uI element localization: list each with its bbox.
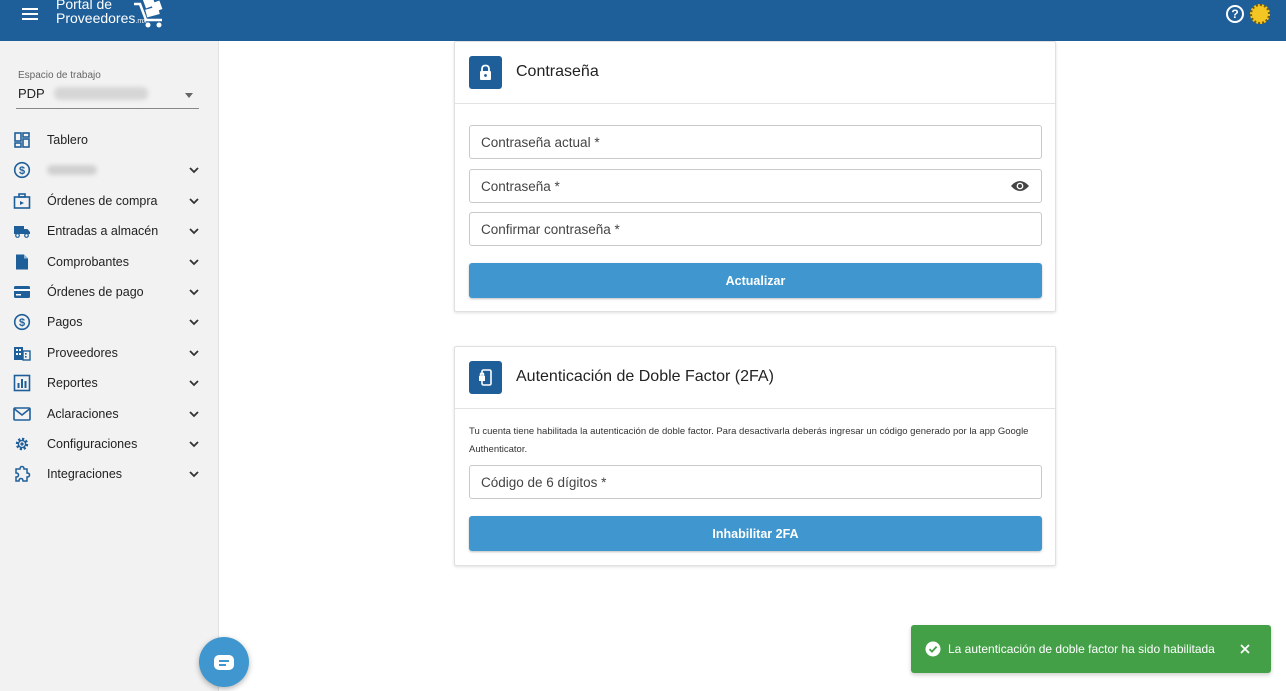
workspace-value: PDP — [18, 86, 45, 101]
mail-icon — [13, 406, 31, 421]
sidebar-item-label: Órdenes de pago — [47, 284, 144, 299]
sidebar-item-entradas-almacen[interactable]: Entradas a almacén — [0, 216, 219, 246]
chevron-down-icon — [189, 350, 199, 357]
sidebar-item-label: Entradas a almacén — [47, 224, 159, 239]
phone-lock-icon — [469, 361, 502, 394]
sidebar: Espacio de trabajo PDP Tablero $ Órdenes… — [0, 41, 219, 691]
sidebar-item-label: Pagos — [47, 315, 83, 330]
sidebar-item-integraciones[interactable]: Integraciones — [0, 459, 219, 489]
chat-icon — [214, 655, 234, 670]
eye-icon[interactable] — [1010, 179, 1030, 193]
update-password-button[interactable]: Actualizar — [469, 263, 1042, 298]
chevron-down-icon — [189, 258, 199, 265]
sidebar-item-configuraciones[interactable]: Configuraciones — [0, 429, 219, 459]
confirm-password-input[interactable] — [470, 213, 1041, 245]
password-card-title: Contraseña — [516, 63, 599, 80]
dollar-circle-icon: $ — [13, 162, 31, 179]
logo-wordmark: Proveedores — [56, 10, 136, 26]
svg-text:$: $ — [19, 165, 25, 177]
briefcase-icon — [13, 192, 31, 209]
lock-icon — [469, 56, 502, 89]
twofa-card-header: Autenticación de Doble Factor (2FA) — [455, 347, 1055, 409]
sidebar-item-proveedores[interactable]: Proveedores — [0, 338, 219, 368]
close-icon[interactable] — [1237, 641, 1253, 657]
bar-chart-icon — [13, 374, 31, 392]
dropdown-caret-icon — [185, 93, 193, 98]
chevron-down-icon — [189, 319, 199, 326]
building-icon — [14, 346, 31, 361]
gear-icon — [15, 437, 29, 451]
new-password-field[interactable] — [469, 169, 1042, 203]
hamburger-icon[interactable] — [22, 8, 38, 22]
dashboard-icon — [14, 132, 30, 148]
sidebar-item-label: Reportes — [47, 376, 98, 391]
chevron-down-icon — [189, 410, 199, 417]
chevron-down-icon — [189, 198, 199, 205]
password-card: Contraseña Actualizar — [454, 41, 1056, 312]
sidebar-item-tablero[interactable]: Tablero — [0, 125, 219, 155]
chevron-down-icon — [189, 441, 199, 448]
twofa-code-field[interactable] — [469, 465, 1042, 499]
puzzle-icon — [15, 466, 31, 483]
sidebar-item-label-redacted — [47, 165, 97, 176]
dollar-circle-icon: $ — [13, 314, 31, 331]
sidebar-item-comprobantes[interactable]: Comprobantes — [0, 247, 219, 277]
sidebar-item-pagos[interactable]: $ Pagos — [0, 307, 219, 337]
sidebar-item-redacted[interactable]: $ — [0, 155, 219, 185]
help-circle-icon[interactable]: ? — [1226, 5, 1244, 23]
sidebar-item-label: Integraciones — [47, 467, 123, 482]
sidebar-item-ordenes-pago[interactable]: Órdenes de pago — [0, 277, 219, 307]
check-circle-icon — [925, 641, 941, 657]
sidebar-item-reportes[interactable]: Reportes — [0, 368, 219, 398]
user-avatar[interactable] — [1250, 4, 1270, 24]
success-toast: La autenticación de doble factor ha sido… — [911, 625, 1271, 673]
twofa-card-title: Autenticación de Doble Factor (2FA) — [516, 368, 774, 385]
file-icon — [16, 254, 28, 270]
chevron-down-icon — [189, 471, 199, 478]
twofa-description: Tu cuenta tiene habilitada la autenticac… — [469, 426, 1029, 455]
workspace-select[interactable]: PDP — [16, 83, 199, 109]
twofa-card: Autenticación de Doble Factor (2FA) Tu c… — [454, 346, 1056, 566]
chevron-down-icon — [189, 167, 199, 174]
sidebar-item-label: Órdenes de compra — [47, 193, 158, 208]
password-card-header: Contraseña — [455, 42, 1055, 104]
twofa-code-input[interactable] — [470, 466, 1041, 498]
sidebar-item-label: Aclaraciones — [47, 406, 119, 421]
logo-cart-icon — [134, 0, 163, 28]
disable-2fa-button[interactable]: Inhabilitar 2FA — [469, 516, 1042, 551]
sidebar-item-label: Configuraciones — [47, 436, 138, 451]
truck-icon — [14, 226, 30, 239]
sidebar-item-label: Tablero — [47, 133, 88, 147]
chevron-down-icon — [189, 289, 199, 296]
chevron-down-icon — [189, 380, 199, 387]
toast-message: La autenticación de doble factor ha sido… — [948, 642, 1215, 656]
confirm-password-field[interactable] — [469, 212, 1042, 246]
sidebar-item-ordenes-compra[interactable]: Órdenes de compra — [0, 186, 219, 216]
workspace-name-redacted — [54, 87, 148, 100]
workspace-label: Espacio de trabajo — [18, 70, 101, 81]
current-password-input[interactable] — [470, 126, 1041, 158]
new-password-input[interactable] — [470, 170, 1041, 202]
credit-card-icon — [14, 285, 30, 298]
sidebar-item-label: Comprobantes — [47, 254, 129, 269]
sidebar-item-label: Proveedores — [47, 345, 118, 360]
top-app-bar: Portal de Proveedores.mx ? — [0, 0, 1286, 41]
current-password-field[interactable] — [469, 125, 1042, 159]
sidebar-nav: Tablero $ Órdenes de compra Entradas a a… — [0, 125, 219, 490]
sidebar-item-aclaraciones[interactable]: Aclaraciones — [0, 399, 219, 429]
chat-button[interactable] — [199, 637, 249, 687]
svg-text:$: $ — [19, 317, 25, 329]
chevron-down-icon — [189, 228, 199, 235]
